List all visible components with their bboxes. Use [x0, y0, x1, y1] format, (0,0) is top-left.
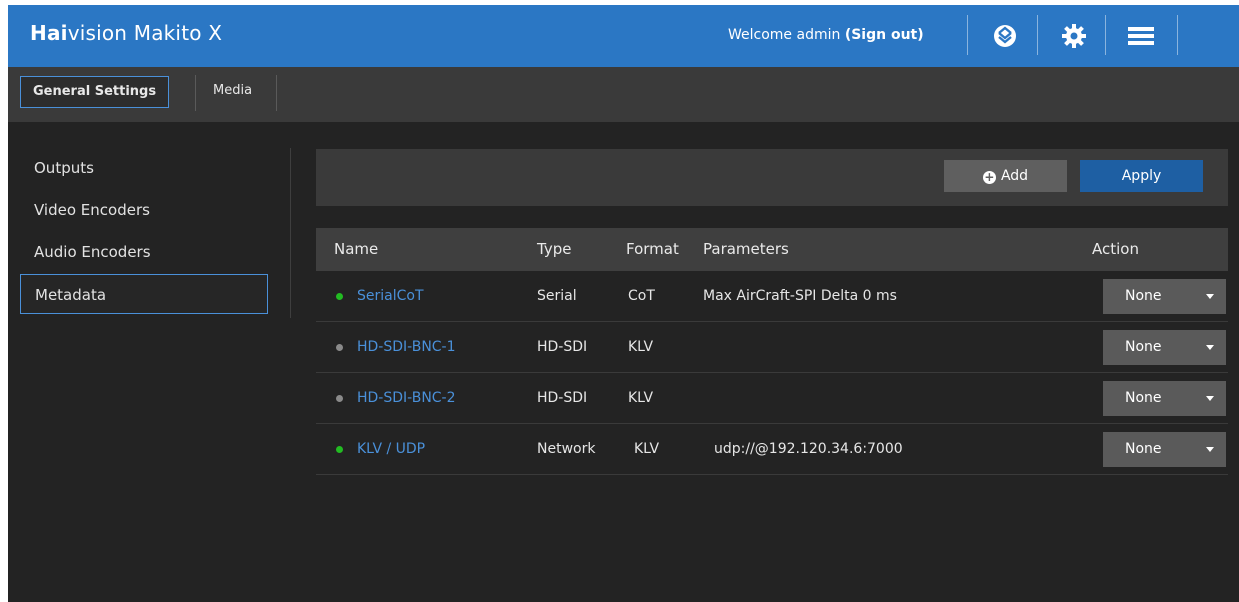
- sidebar-divider: [290, 148, 291, 318]
- sidebar-item-metadata[interactable]: Metadata: [20, 274, 268, 314]
- sidebar: Outputs Video Encoders Audio Encoders Me…: [8, 122, 298, 602]
- table-header: Name Type Format Parameters Action: [316, 228, 1228, 271]
- welcome-text: Welcome admin: [728, 27, 841, 43]
- row-type: HD-SDI: [537, 390, 588, 406]
- header-divider: [1177, 15, 1178, 55]
- table-row: HD-SDI-BNC-1 HD-SDI KLV None: [316, 322, 1228, 373]
- row-type: Network: [537, 441, 596, 457]
- caret-down-icon: [1206, 396, 1214, 401]
- row-format: KLV: [634, 441, 660, 457]
- table-row: SerialCoT Serial CoT Max AirCraft-SPI De…: [316, 271, 1228, 322]
- caret-down-icon: [1206, 447, 1214, 452]
- row-name-link[interactable]: HD-SDI-BNC-2: [357, 390, 456, 406]
- header-divider: [1037, 15, 1038, 55]
- caret-down-icon: [1206, 345, 1214, 350]
- status-dot-icon: [336, 395, 343, 402]
- action-select-value: None: [1125, 441, 1162, 457]
- column-header-type: Type: [537, 240, 572, 258]
- add-button-label: Add: [1000, 168, 1029, 184]
- action-select[interactable]: None: [1103, 330, 1226, 365]
- sidebar-item-outputs[interactable]: Outputs: [20, 148, 268, 188]
- apply-button[interactable]: Apply: [1080, 160, 1203, 192]
- toolbar: + Add Apply: [316, 149, 1228, 206]
- action-select[interactable]: None: [1103, 279, 1226, 314]
- status-dot-icon: [336, 344, 343, 351]
- metadata-table: Name Type Format Parameters Action Seria…: [316, 228, 1228, 475]
- row-name-link[interactable]: SerialCoT: [357, 288, 424, 304]
- action-select[interactable]: None: [1103, 432, 1226, 467]
- app-brand: Haivision Makito X: [30, 21, 222, 45]
- row-format: CoT: [628, 288, 655, 304]
- haivision-logo-icon[interactable]: [991, 22, 1019, 50]
- table-row: HD-SDI-BNC-2 HD-SDI KLV None: [316, 373, 1228, 424]
- brand-rest: vision Makito X: [67, 21, 223, 45]
- action-select-value: None: [1125, 339, 1162, 355]
- plus-circle-icon: +: [982, 170, 996, 184]
- row-parameters: udp://@192.120.34.6:7000: [714, 441, 903, 457]
- action-select-value: None: [1125, 390, 1162, 406]
- tab-divider: [276, 75, 277, 111]
- table-row: KLV / UDP Network KLV udp://@192.120.34.…: [316, 424, 1228, 475]
- sidebar-item-audio-encoders[interactable]: Audio Encoders: [20, 232, 268, 272]
- column-header-parameters: Parameters: [703, 240, 789, 258]
- column-header-format: Format: [626, 240, 679, 258]
- gear-icon[interactable]: [1060, 22, 1088, 50]
- row-format: KLV: [628, 339, 654, 355]
- caret-down-icon: [1206, 294, 1214, 299]
- action-select-value: None: [1125, 288, 1162, 304]
- top-header-bar: Haivision Makito X Welcome admin (Sign o…: [8, 5, 1239, 67]
- sign-out-link[interactable]: (Sign out): [845, 27, 924, 43]
- row-name-link[interactable]: HD-SDI-BNC-1: [357, 339, 456, 355]
- row-parameters: Max AirCraft-SPI Delta 0 ms: [703, 288, 897, 304]
- row-name-link[interactable]: KLV / UDP: [357, 441, 425, 457]
- brand-bold: Hai: [30, 21, 68, 45]
- tab-media[interactable]: Media: [201, 76, 264, 108]
- column-header-name: Name: [334, 240, 379, 258]
- status-dot-icon: [336, 446, 343, 453]
- header-divider: [1105, 15, 1106, 55]
- status-dot-icon: [336, 293, 343, 300]
- welcome-area: Welcome admin (Sign out): [728, 27, 924, 43]
- tab-divider: [195, 75, 196, 111]
- row-type: Serial: [537, 288, 577, 304]
- tab-general-settings[interactable]: General Settings: [20, 76, 170, 108]
- header-divider: [967, 15, 968, 55]
- action-select[interactable]: None: [1103, 381, 1226, 416]
- row-format: KLV: [628, 390, 654, 406]
- row-type: HD-SDI: [537, 339, 588, 355]
- main-content: Outputs Video Encoders Audio Encoders Me…: [8, 122, 1239, 602]
- tab-bar: General Settings Media: [8, 67, 1239, 122]
- sidebar-item-video-encoders[interactable]: Video Encoders: [20, 190, 268, 230]
- add-button[interactable]: + Add: [944, 160, 1067, 192]
- hamburger-menu-icon[interactable]: [1126, 22, 1156, 50]
- column-header-action: Action: [1092, 240, 1139, 258]
